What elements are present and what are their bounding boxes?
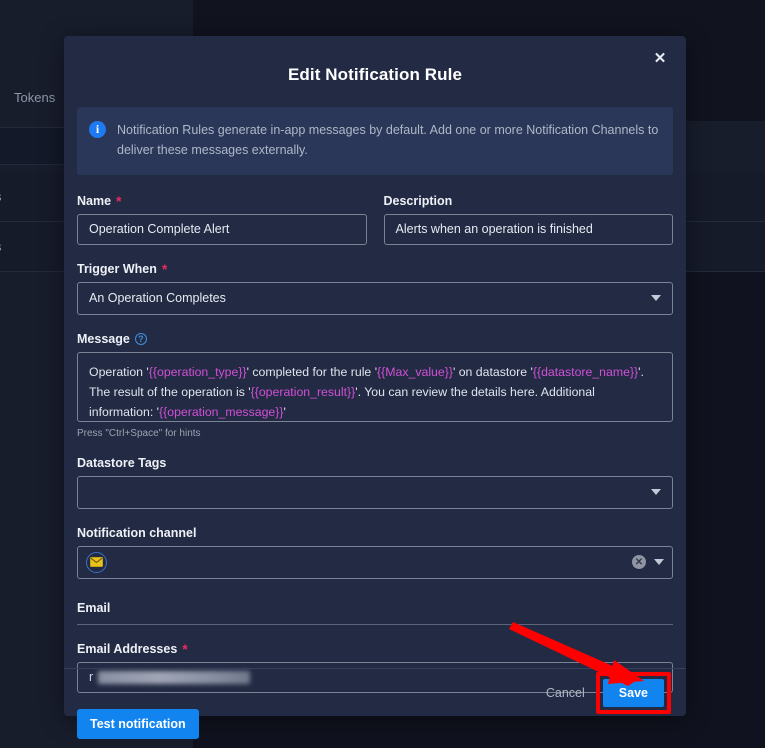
email-addresses-label-text: Email Addresses xyxy=(77,641,178,656)
description-input-value: Alerts when an operation is finished xyxy=(395,222,593,236)
message-text: ' xyxy=(283,405,286,420)
message-variable: {{Max_value}} xyxy=(377,364,453,379)
required-marker: * xyxy=(116,192,122,209)
chevron-down-icon[interactable] xyxy=(654,559,664,565)
required-marker: * xyxy=(182,640,188,657)
save-button[interactable]: Save xyxy=(602,678,664,707)
description-field-group: Description Alerts when an operation is … xyxy=(383,194,674,245)
name-label-text: Name xyxy=(77,193,112,208)
datastore-tags-label-text: Datastore Tags xyxy=(77,455,167,470)
save-button-wrapper: Save xyxy=(595,671,671,714)
message-text: ' completed for the rule ' xyxy=(246,364,378,379)
message-textarea[interactable]: Operation '{{operation_type}}' completed… xyxy=(77,351,673,422)
table-cell-text: mpletes xyxy=(0,239,2,254)
email-addresses-label: Email Addresses * xyxy=(77,642,673,656)
channel-actions: ✕ xyxy=(632,555,664,569)
message-variable: {{operation_message}} xyxy=(159,405,284,420)
notification-channel-label: Notification channel xyxy=(77,526,673,540)
trigger-when-value: An Operation Completes xyxy=(89,291,226,305)
chevron-down-icon xyxy=(651,295,661,301)
datastore-tags-group: Datastore Tags xyxy=(77,456,673,509)
table-cell-text: mpletes xyxy=(0,189,2,204)
datastore-tags-select[interactable] xyxy=(77,475,673,509)
screen: Tokens mpletes mpletes ✕ Edit Notificati… xyxy=(0,0,765,748)
info-banner: i Notification Rules generate in-app mes… xyxy=(77,107,673,175)
trigger-when-group: Trigger When * An Operation Completes xyxy=(77,262,673,315)
email-envelope-icon[interactable] xyxy=(86,551,107,573)
notification-channel-label-text: Notification channel xyxy=(77,525,197,540)
name-input-value: Operation Complete Alert xyxy=(89,222,230,236)
trigger-when-label-text: Trigger When xyxy=(77,261,157,276)
message-variable: {{operation_result}} xyxy=(250,384,356,399)
sidebar-item-label: Tokens xyxy=(14,89,56,105)
required-marker: * xyxy=(161,260,168,277)
message-variable: {{datastore_name}} xyxy=(532,364,639,379)
message-text: ' on datastore ' xyxy=(452,364,533,379)
dialog-title: Edit Notification Rule xyxy=(287,65,463,84)
notification-channel-group: Notification channel ✕ xyxy=(77,526,673,579)
message-segments: Operation '{{operation_type}}' completed… xyxy=(89,365,644,420)
chevron-down-icon xyxy=(651,489,661,495)
info-banner-text: Notification Rules generate in-app messa… xyxy=(117,123,659,158)
message-label: Message ? xyxy=(77,332,673,346)
description-label: Description xyxy=(384,194,674,208)
description-label-text: Description xyxy=(383,193,453,208)
message-hint: Press "Ctrl+Space" for hints xyxy=(77,427,201,439)
message-group: Message ? Operation '{{operation_type}}'… xyxy=(77,332,673,439)
clear-icon[interactable]: ✕ xyxy=(632,555,646,569)
dialog-body: i Notification Rules generate in-app mes… xyxy=(64,107,686,739)
question-mark-icon[interactable]: ? xyxy=(134,332,147,345)
notification-channel-select[interactable]: ✕ xyxy=(77,545,673,579)
email-section-heading: Email xyxy=(77,601,673,625)
name-label: Name * xyxy=(77,194,367,208)
description-input[interactable]: Alerts when an operation is finished xyxy=(383,213,673,245)
name-field-group: Name * Operation Complete Alert xyxy=(77,194,367,245)
message-label-text: Message xyxy=(77,331,130,346)
trigger-when-select[interactable]: An Operation Completes xyxy=(77,281,673,315)
message-text: Operation ' xyxy=(89,364,149,379)
name-description-row: Name * Operation Complete Alert Descript… xyxy=(77,194,673,245)
name-input[interactable]: Operation Complete Alert xyxy=(77,213,367,245)
info-icon: i xyxy=(89,121,106,138)
close-icon[interactable]: ✕ xyxy=(648,46,672,70)
trigger-when-label: Trigger When * xyxy=(77,262,673,276)
dialog-footer: Cancel Save xyxy=(64,668,686,716)
datastore-tags-label: Datastore Tags xyxy=(77,456,673,470)
envelope-glyph xyxy=(90,557,103,567)
cancel-button[interactable]: Cancel xyxy=(546,686,585,700)
edit-notification-rule-dialog: ✕ Edit Notification Rule i Notification … xyxy=(64,36,686,739)
message-variable: {{operation_type}} xyxy=(148,364,247,379)
